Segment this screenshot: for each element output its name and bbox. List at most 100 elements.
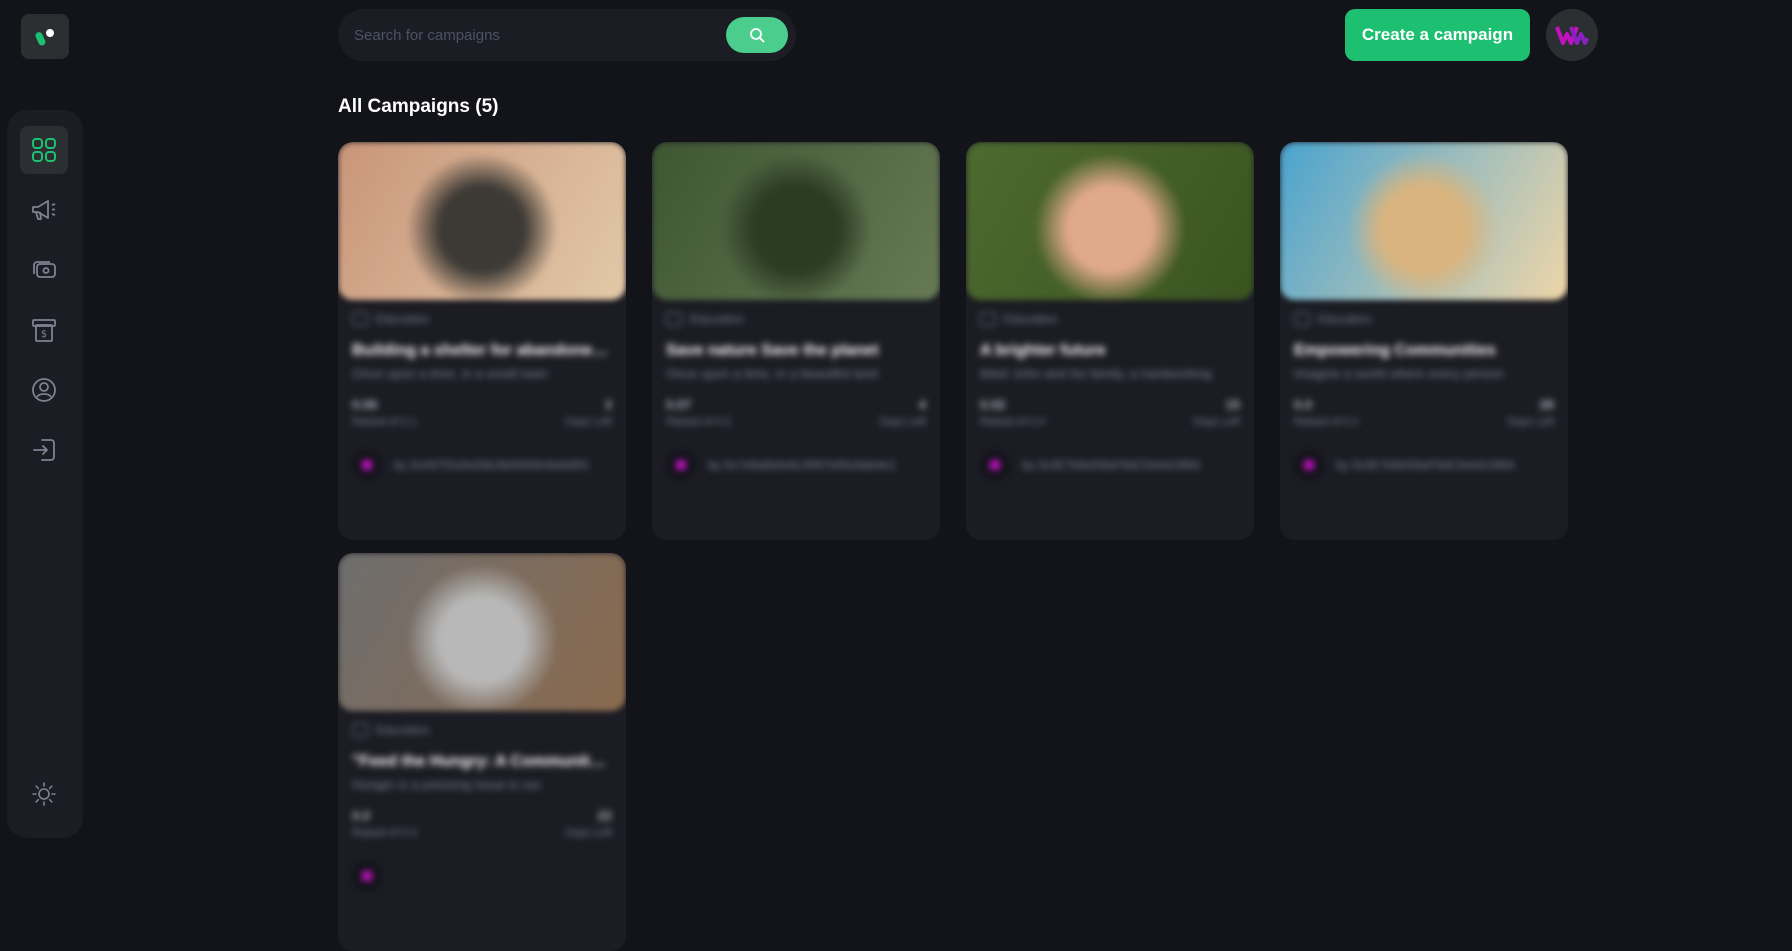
days-label: Days Left [565,827,612,839]
owner-address: by 0x7e8a8a5e6c3f4f7d45e9ab4e1 [708,458,897,472]
category-label: Education [376,723,430,737]
campaign-image [1280,142,1568,300]
campaign-category: Education [980,312,1240,326]
campaign-description: Once upon a time, in a beautiful land [666,366,878,381]
campaign-title: Empowering Communities [1294,342,1496,359]
campaign-title: Building a shelter for abandoned animals [352,342,612,359]
owner-logo-icon [666,450,696,480]
folder-icon [980,312,996,326]
campaign-owner: by 0x3E7b9eD8aF9dC0eb4c5f6A [980,450,1240,480]
brand-avatar-icon [1555,26,1589,45]
campaign-stats: 0.02 Raised of 0.4 15 Days Left [980,397,1240,428]
raised-value: 0.0 [352,808,371,823]
raised-value: 0.06 [352,397,378,412]
owner-address: by 0x3E7b9eD8aF9dC0eb4c5f6A [1022,458,1201,472]
raised-label: Raised of 0.2 [666,416,731,428]
raised-label: Raised of 0.3 [352,827,417,839]
owner-address: by 0xA97f3c6eD8e3b00fA9c8e6d0f1 [394,458,590,472]
megaphone-icon [32,200,56,220]
receipt-icon: $ [32,319,56,342]
folder-icon [352,312,368,326]
days-label: Days Left [879,416,926,428]
create-campaign-button[interactable]: Create a campaign [1345,9,1530,61]
search-input[interactable] [338,9,726,61]
days-label: Days Left [565,416,612,428]
campaign-image [652,142,940,300]
campaign-category: Education [352,723,612,737]
raised-label: Raised of 0.1 [1294,416,1359,428]
raised-value: 0.07 [666,397,692,412]
page-title: All Campaigns (5) [338,96,499,117]
campaign-stats: 0.0 Raised of 0.1 28 Days Left [1294,397,1554,428]
sun-icon [32,782,56,806]
theme-toggle[interactable] [20,770,68,818]
campaign-card[interactable]: Education A brighter future Meet John an… [966,142,1254,540]
campaign-title: A brighter future [980,342,1106,359]
days-label: Days Left [1193,416,1240,428]
campaign-category: Education [666,312,926,326]
days-value: 15 [1225,397,1240,412]
sidebar-item-withdraw[interactable]: $ [20,306,68,354]
category-label: Education [1318,312,1372,326]
owner-logo-icon [1294,450,1324,480]
sidebar-item-payment[interactable] [20,246,68,294]
app-logo[interactable] [21,14,69,59]
search-bar [338,9,796,61]
campaign-title: "Feed the Hungry: A Community Effort [352,753,612,770]
campaign-owner [352,861,612,891]
days-value: 3 [604,397,612,412]
folder-icon [352,723,368,737]
sidebar: $ [7,110,83,838]
app-logo-icon [35,28,54,45]
category-label: Education [1004,312,1058,326]
days-value: 22 [597,808,612,823]
days-value: 28 [1539,397,1554,412]
campaign-title: Save nature Save the planet [666,342,879,359]
sidebar-item-dashboard[interactable] [20,126,68,174]
user-circle-icon [32,378,56,402]
search-button[interactable] [726,17,788,53]
campaign-owner: by 0x3E7b9eD8aF9dC0eb4c5f6A [1294,450,1554,480]
search-icon [750,28,765,43]
raised-label: Raised of 0.1 [352,416,417,428]
days-value: 4 [918,397,926,412]
owner-logo-icon [352,861,382,891]
folder-icon [1294,312,1310,326]
owner-logo-icon [352,450,382,480]
campaign-owner: by 0xA97f3c6eD8e3b00fA9c8e6d0f1 [352,450,612,480]
avatar[interactable] [1546,9,1598,61]
raised-label: Raised of 0.4 [980,416,1045,428]
svg-text:$: $ [41,329,47,340]
campaign-category: Education [352,312,612,326]
campaign-stats: 0.07 Raised of 0.2 4 Days Left [666,397,926,428]
campaign-image [338,553,626,711]
campaign-card[interactable]: Education Empowering Communities Imagine… [1280,142,1568,540]
category-label: Education [690,312,744,326]
campaign-stats: 0.06 Raised of 0.1 3 Days Left [352,397,612,428]
logout-icon [33,439,55,461]
campaign-image [966,142,1254,300]
campaign-description: Imagine a world where every person [1294,366,1504,381]
owner-address: by 0x3E7b9eD8aF9dC0eb4c5f6A [1336,458,1515,472]
days-label: Days Left [1507,416,1554,428]
category-label: Education [376,312,430,326]
campaign-category: Education [1294,312,1554,326]
grid-icon [32,138,56,162]
sidebar-item-profile[interactable] [20,366,68,414]
campaign-card[interactable]: Education "Feed the Hungry: A Community … [338,553,626,951]
raised-value: 0.02 [980,397,1006,412]
campaign-owner: by 0x7e8a8a5e6c3f4f7d45e9ab4e1 [666,450,926,480]
folder-icon [666,312,682,326]
sidebar-item-logout[interactable] [20,426,68,474]
campaign-card[interactable]: Education Building a shelter for abandon… [338,142,626,540]
campaign-description: Meet John and his family, a hardworking [980,366,1212,381]
wallet-icon [33,261,56,278]
raised-value: 0.0 [1294,397,1313,412]
campaign-stats: 0.0 Raised of 0.3 22 Days Left [352,808,612,839]
campaign-image [338,142,626,300]
campaign-card[interactable]: Education Save nature Save the planet On… [652,142,940,540]
sidebar-item-campaign[interactable] [20,186,68,234]
campaign-description: Hunger is a pressing issue in our [352,777,542,792]
owner-logo-icon [980,450,1010,480]
campaign-description: Once upon a time, in a small town [352,366,548,381]
